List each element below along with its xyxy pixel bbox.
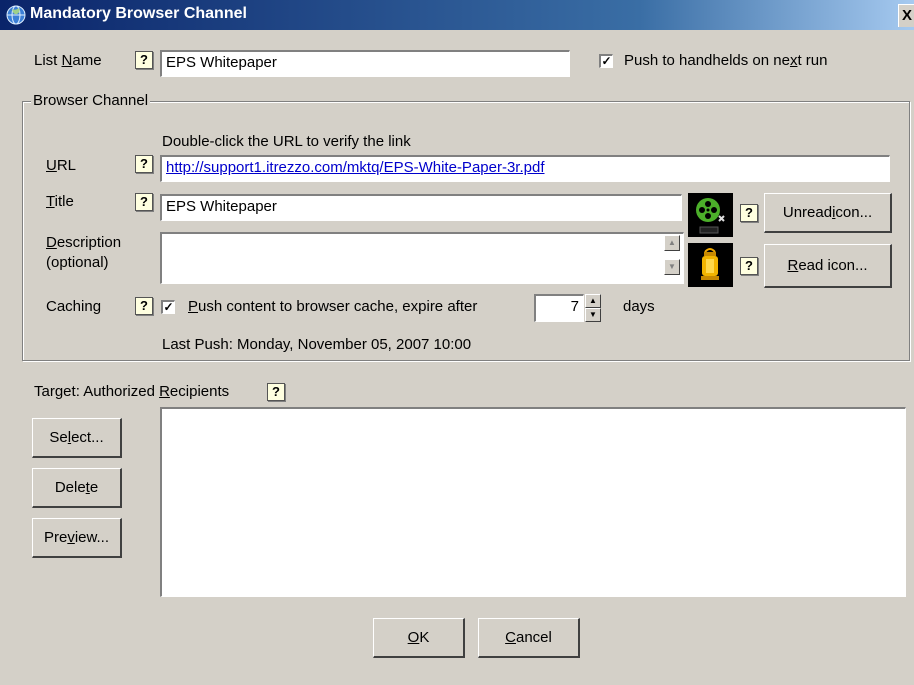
list-name-input[interactable]: EPS Whitepaper bbox=[160, 50, 570, 77]
target-recipients-label: Target: Authorized Recipients bbox=[34, 383, 230, 400]
description-textarea[interactable] bbox=[160, 232, 684, 284]
title-help-icon[interactable]: ? bbox=[135, 193, 153, 211]
film-reel-icon bbox=[696, 198, 725, 234]
delete-button[interactable]: Dele t e bbox=[32, 468, 122, 508]
preview-button[interactable]: Pre v iew... bbox=[32, 518, 122, 558]
ok-button[interactable]: OK bbox=[373, 618, 465, 658]
target-help-icon[interactable]: ? bbox=[267, 383, 285, 401]
url-hint-text: Double-click the URL to verify the link bbox=[162, 133, 411, 150]
cache-checkbox[interactable]: ✓ bbox=[161, 300, 175, 314]
list-name-label: List Name bbox=[34, 52, 102, 69]
title-bar: Mandatory Browser Channel X bbox=[0, 0, 914, 30]
list-name-help-icon[interactable]: ? bbox=[135, 51, 153, 69]
spin-down-button[interactable]: ▼ bbox=[585, 308, 601, 322]
select-button[interactable]: Se l ect... bbox=[32, 418, 122, 458]
url-link[interactable]: http://support1.itrezzo.com/mktq/EPS-Whi… bbox=[166, 159, 545, 176]
push-handhelds-label: Push to handhelds on next run bbox=[624, 52, 828, 69]
push-handhelds-checkbox[interactable]: ✓ bbox=[599, 54, 613, 68]
title-label: Title bbox=[46, 193, 74, 210]
caching-help-icon[interactable]: ? bbox=[135, 297, 153, 315]
title-input[interactable]: EPS Whitepaper bbox=[160, 194, 682, 221]
unread-icon-button[interactable]: Unread i con... bbox=[764, 193, 892, 233]
window-title: Mandatory Browser Channel bbox=[30, 5, 247, 22]
expire-days-input[interactable]: 7 bbox=[534, 294, 584, 322]
read-icon-help-icon[interactable]: ? bbox=[740, 257, 758, 275]
days-label: days bbox=[623, 298, 655, 315]
globe-icon bbox=[6, 5, 26, 25]
last-push-text: Last Push: Monday, November 05, 2007 10:… bbox=[162, 336, 472, 353]
read-icon-button[interactable]: Read icon... bbox=[764, 244, 892, 288]
unread-icon-help-icon[interactable]: ? bbox=[740, 204, 758, 222]
close-button[interactable]: X bbox=[898, 4, 914, 27]
scroll-down-button[interactable]: ▼ bbox=[664, 259, 680, 275]
unread-icon-preview bbox=[688, 193, 733, 237]
caching-label: Caching bbox=[46, 298, 102, 315]
description-label: Description bbox=[46, 234, 122, 251]
description-label-optional: (optional) bbox=[46, 254, 109, 271]
lantern-icon bbox=[701, 248, 719, 280]
cache-label: Push content to browser cache, expire af… bbox=[188, 298, 478, 315]
url-help-icon[interactable]: ? bbox=[135, 155, 153, 173]
scroll-up-button[interactable]: ▲ bbox=[664, 235, 680, 251]
url-input[interactable]: http://support1.itrezzo.com/mktq/EPS-Whi… bbox=[160, 155, 890, 182]
browser-channel-legend: Browser Channel bbox=[31, 92, 151, 109]
recipients-list[interactable] bbox=[160, 407, 906, 597]
read-icon-preview bbox=[688, 243, 733, 287]
spin-up-button[interactable]: ▲ bbox=[585, 294, 601, 308]
cancel-button[interactable]: Cancel bbox=[478, 618, 580, 658]
url-label: URL bbox=[46, 157, 77, 174]
